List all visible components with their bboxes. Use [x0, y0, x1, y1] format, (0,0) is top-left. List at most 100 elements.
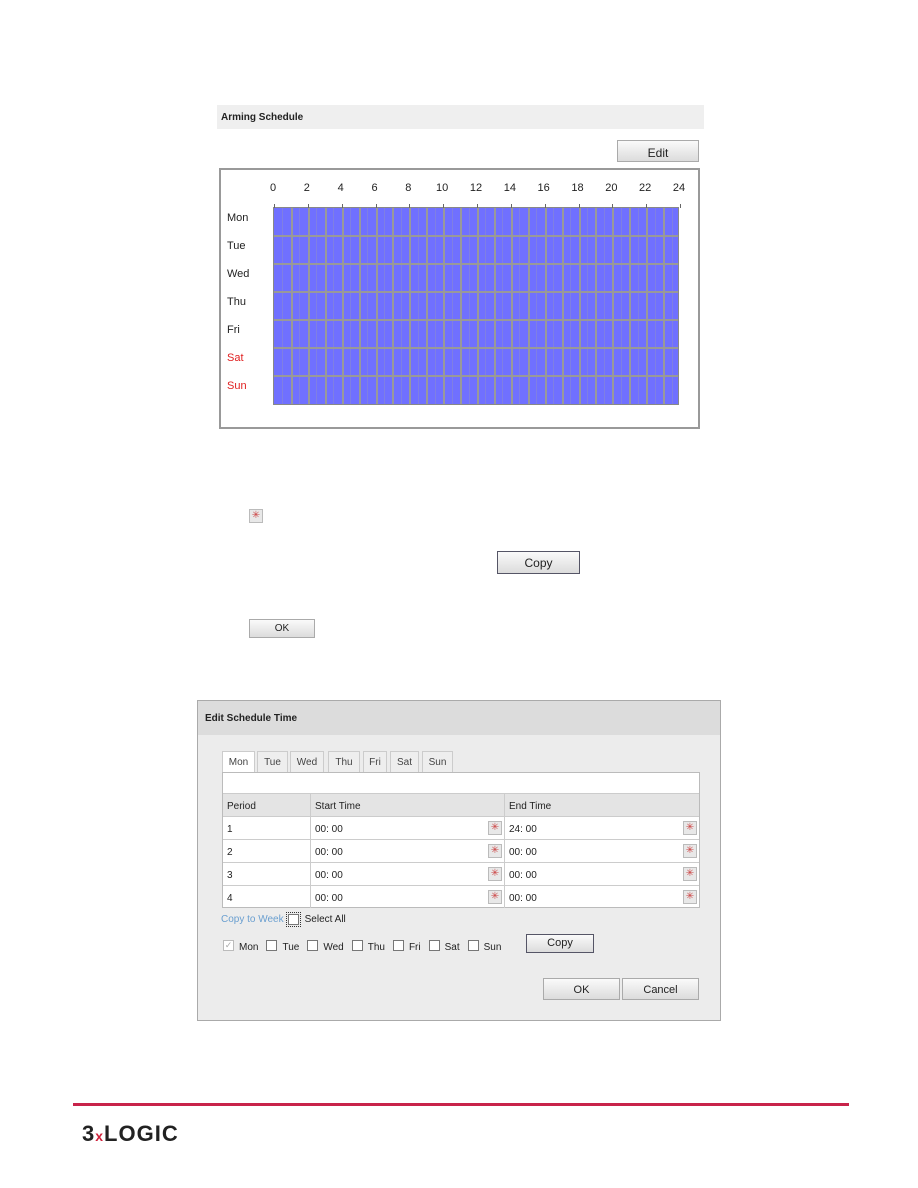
start-time-value: 00: 00 [315, 847, 343, 858]
clock-icon: ✳ [249, 509, 263, 523]
tick-mark [544, 204, 546, 208]
day-label-sun: Sun [227, 380, 247, 392]
day-label-thu: Thu [227, 296, 246, 308]
schedule-grid[interactable] [273, 204, 681, 405]
grid-line [274, 291, 678, 293]
end-time-value: 00: 00 [509, 870, 537, 881]
start-time-input[interactable]: 00: 00 ✳ [310, 886, 504, 908]
col-start: Start Time [310, 794, 504, 816]
edit-schedule-dialog: Edit Schedule Time Mon Tue Wed Thu Fri Sat Sun… [197, 700, 721, 1021]
grid-line [274, 263, 678, 265]
hour-tick: 0 [269, 182, 277, 194]
tick-mark [307, 204, 309, 208]
grid-line [274, 347, 678, 349]
checkbox-sat[interactable] [428, 940, 440, 951]
tick-mark [341, 204, 343, 208]
end-time-input[interactable]: 00: 00 ✳ [504, 840, 699, 862]
checkbox-mon[interactable]: ✓ [223, 940, 234, 951]
tab-fri[interactable]: Fri [363, 751, 387, 773]
checkbox-fri[interactable] [392, 940, 404, 951]
day-label-tue: Tue [227, 240, 246, 252]
start-time-input[interactable]: 00: 00 ✳ [310, 817, 504, 839]
start-time-value: 00: 00 [315, 893, 343, 904]
period-cell: 1 [227, 824, 233, 835]
tick-mark [680, 204, 681, 208]
start-time-input[interactable]: 00: 00 ✳ [310, 863, 504, 885]
weekday-label: Wed [323, 942, 344, 953]
hour-tick: 16 [537, 182, 550, 194]
checkbox-sun[interactable] [467, 940, 479, 951]
tick-mark [578, 204, 580, 208]
tick-mark [646, 204, 648, 208]
table-row: 2 00: 00 ✳ 00: 00 ✳ [223, 839, 699, 862]
hour-tick: 8 [405, 182, 412, 194]
end-time-value: 00: 00 [509, 893, 537, 904]
hour-tick: 14 [503, 182, 516, 194]
tick-mark [443, 204, 445, 208]
start-time-input[interactable]: 00: 00 ✳ [310, 840, 504, 862]
period-cell: 2 [227, 847, 233, 858]
select-all-label: Select All [304, 914, 346, 926]
start-time-value: 00: 00 [315, 824, 343, 835]
weekday-label: Fri [408, 942, 421, 953]
end-time-input[interactable]: 24: 00 ✳ [504, 817, 699, 839]
copy-to-week-label: Copy to Week [221, 914, 284, 926]
checkbox-tue[interactable] [266, 940, 278, 951]
day-label-sat: Sat [227, 352, 244, 364]
grid-line [274, 375, 678, 377]
checkbox-wed[interactable] [307, 940, 319, 951]
tab-mon[interactable]: Mon [222, 751, 255, 774]
select-all-checkbox[interactable] [285, 912, 301, 928]
hour-tick: 6 [371, 182, 378, 194]
cancel-button[interactable]: Cancel [622, 978, 699, 1000]
weekday-label: Thu [367, 942, 385, 953]
clock-icon[interactable]: ✳ [488, 821, 502, 835]
period-table: Period Start Time End Time 1 00: 00 ✳ 24:… [222, 772, 700, 908]
table-row: 4 00: 00 ✳ 00: 00 ✳ [223, 885, 699, 908]
weekday-label: Sun [483, 942, 502, 953]
col-period: Period [227, 801, 256, 812]
day-label-wed: Wed [227, 268, 250, 280]
tick-mark [612, 204, 614, 208]
period-cell: 4 [227, 893, 233, 904]
ok-button-inline[interactable]: OK [249, 619, 315, 638]
tick-mark [477, 204, 478, 208]
ok-button[interactable]: OK [543, 978, 620, 1000]
tick-mark [409, 204, 411, 208]
weekday-label: Tue [282, 942, 300, 953]
3xlogic-logo: 3xLOGIC [82, 1121, 179, 1146]
day-label-fri: Fri [227, 324, 240, 336]
weekday-label: Mon [239, 942, 259, 953]
dialog-title: Edit Schedule Time [198, 701, 720, 735]
tab-tue[interactable]: Tue [257, 751, 288, 773]
grid-line [274, 319, 678, 321]
copy-button-inline[interactable]: Copy [497, 551, 580, 574]
tab-thu[interactable]: Thu [328, 751, 360, 773]
end-time-input[interactable]: 00: 00 ✳ [504, 863, 699, 885]
end-time-input[interactable]: 00: 00 ✳ [504, 886, 699, 908]
clock-icon[interactable]: ✳ [683, 867, 697, 881]
clock-icon[interactable]: ✳ [488, 844, 502, 858]
table-row: 3 00: 00 ✳ 00: 00 ✳ [223, 862, 699, 885]
table-header: Period Start Time End Time [223, 793, 699, 816]
clock-icon[interactable]: ✳ [488, 890, 502, 904]
weekday-label: Sat [444, 942, 460, 953]
clock-icon[interactable]: ✳ [488, 867, 502, 881]
table-row: 1 00: 00 ✳ 24: 00 ✳ [223, 816, 699, 839]
hour-tick: 20 [605, 182, 618, 194]
clock-icon[interactable]: ✳ [683, 821, 697, 835]
period-cell: 3 [227, 870, 233, 881]
tab-sat[interactable]: Sat [390, 751, 419, 773]
col-end: End Time [504, 794, 699, 816]
clock-icon[interactable]: ✳ [683, 890, 697, 904]
edit-button[interactable]: Edit [617, 140, 699, 162]
arming-schedule-header: Arming Schedule [217, 105, 704, 129]
copy-button[interactable]: Copy [526, 934, 594, 953]
tick-mark [274, 204, 275, 208]
clock-icon[interactable]: ✳ [683, 844, 697, 858]
tab-wed[interactable]: Wed [290, 751, 324, 773]
end-time-value: 24: 00 [509, 824, 537, 835]
footer-rule [73, 1103, 849, 1106]
tab-sun[interactable]: Sun [422, 751, 453, 773]
checkbox-thu[interactable] [351, 940, 363, 951]
